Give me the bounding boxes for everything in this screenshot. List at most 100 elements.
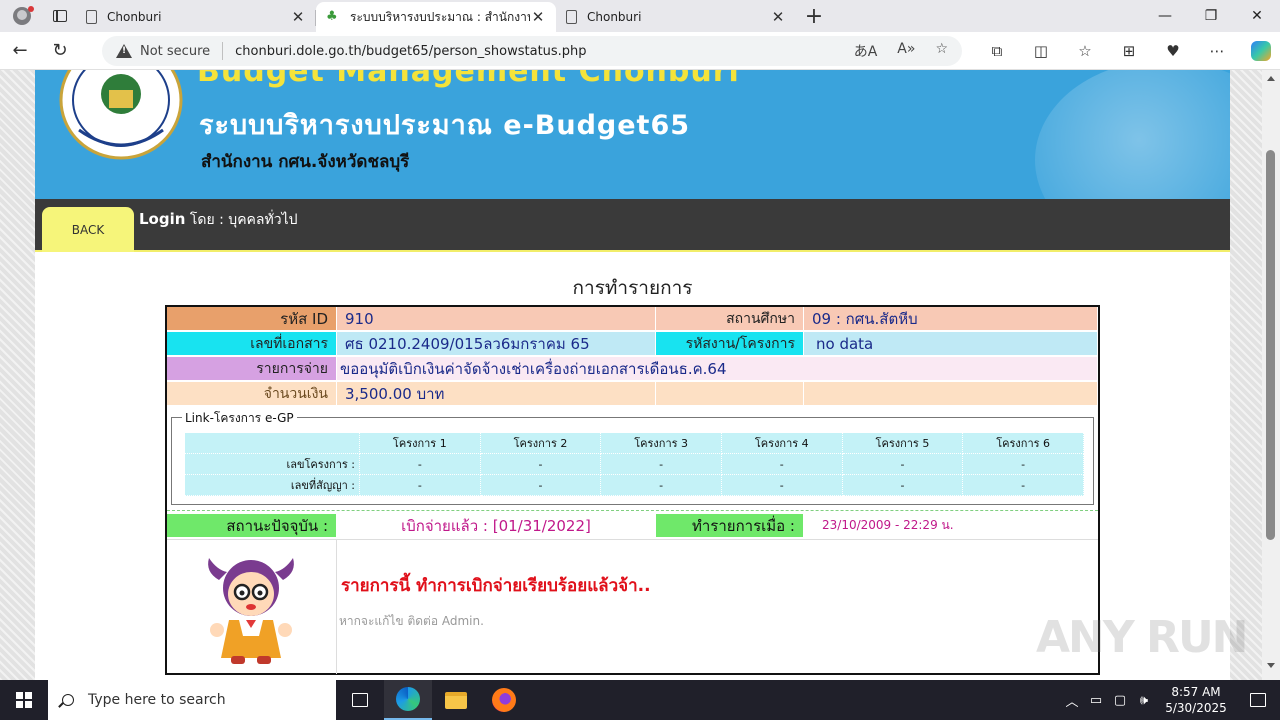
egp-header-4: โครงการ 4 [720,432,843,454]
search-icon [62,694,74,706]
more-icon[interactable]: ⋯ [1195,32,1239,70]
window-controls: — ❐ ✕ [1142,0,1280,32]
site-favicon-icon: ♣ [326,9,338,24]
table-cell[interactable]: - [359,453,481,475]
egp-header-2: โครงการ 2 [479,432,602,454]
refresh-icon[interactable]: ↻ [40,32,80,70]
volume-icon[interactable]: 🕪 [1132,693,1156,708]
message-area: รายการนี้ ทำการเบิกจ่ายเรียบร้อยแล้วจ้า.… [167,539,1098,674]
profile-icon[interactable] [0,0,44,32]
start-button[interactable] [0,680,48,720]
id-label: รหัส ID [167,307,337,331]
page-scrollbar[interactable] [1262,70,1280,680]
school-value: 09 : กศน.สัตหีบ [804,307,1098,331]
performance-icon[interactable]: ♥ [1151,32,1195,70]
scroll-up-icon[interactable] [1267,76,1275,81]
table-cell[interactable]: - [841,474,964,496]
security-label[interactable]: Not secure [140,44,210,59]
success-message: รายการนี้ ทำการเบิกจ่ายเรียบร้อยแล้วจ้า.… [341,576,651,596]
windows-logo-icon [16,692,32,708]
tab-title: ระบบบริหารงบประมาณ : สำนักงาน กศน. [350,9,530,24]
id-value: 910 [337,307,656,331]
firefox-taskbar-button[interactable] [480,680,528,720]
page-viewport: Budget Management Chonburi ระบบบริหารงบป… [0,70,1262,680]
table-cell[interactable]: - [841,453,964,475]
egp-table: โครงการ 1 โครงการ 2 โครงการ 3 โครงการ 4 … [184,432,1084,496]
egp-header-6: โครงการ 6 [962,432,1084,454]
taskbar-clock[interactable]: 8:57 AM 5/30/2025 [1156,684,1236,716]
folder-icon [445,691,467,709]
clock-time: 8:57 AM [1171,685,1221,699]
banner-subtitle: สำนักงาน กศน.จังหวัดชลบุรี [201,152,410,172]
file-explorer-button[interactable] [432,680,480,720]
cartoon-cell [167,540,337,674]
back-arrow-icon[interactable]: ← [0,32,40,70]
egp-header-1: โครงการ 1 [359,432,481,454]
table-row: เลขโครงการ : - - - - - - [184,453,1084,475]
omnibox[interactable]: Not secure chonburi.dole.go.th/budget65/… [102,36,962,66]
table-cell[interactable]: - [479,453,602,475]
table-cell[interactable]: - [359,474,481,496]
school-label: สถานศึกษา [656,307,804,331]
page-content: Budget Management Chonburi ระบบบริหารงบป… [35,70,1230,680]
doc-number-label: เลขที่เอกสาร [167,332,337,356]
table-cell[interactable]: - [600,453,722,475]
browser-tab-bar: Chonburi ✕ ♣ ระบบบริหารงบประมาณ : สำนักง… [0,0,1280,32]
scroll-thumb[interactable] [1266,150,1275,540]
url-text[interactable]: chonburi.dole.go.th/budget65/person_show… [235,44,586,59]
egp-legend: Link-โครงการ e-GP [182,409,297,428]
back-button[interactable]: BACK [42,207,134,252]
amount-value: 3,500.00 บาท [337,382,656,406]
collections-icon[interactable]: ⊞ [1107,32,1151,70]
empty-cell [804,382,1098,406]
split-screen-icon[interactable]: ◫ [1019,32,1063,70]
table-cell[interactable]: - [962,453,1084,475]
watermark-logo: ANY RUN [1036,612,1248,663]
warning-icon[interactable] [116,44,132,58]
table-cell[interactable]: - [720,474,843,496]
table-cell[interactable]: - [600,474,722,496]
table-cell[interactable]: - [962,474,1084,496]
star-icon[interactable]: ☆ [935,41,948,61]
page-icon [86,10,97,24]
header-banner: Budget Management Chonburi ระบบบริหารงบป… [35,70,1230,199]
tab-title: Chonburi [587,10,642,24]
extensions-icon[interactable]: ⧉ [975,32,1019,70]
close-tab-icon[interactable]: ✕ [290,8,306,26]
tab-budget-system[interactable]: ♣ ระบบบริหารงบประมาณ : สำนักงาน กศน. ✕ [316,2,556,32]
edge-taskbar-button[interactable] [384,680,432,720]
task-view-button[interactable] [336,680,384,720]
new-tab-button[interactable]: + [796,0,832,32]
close-tab-icon[interactable]: ✕ [770,8,786,26]
banner-english-title: Budget Management Chonburi [197,70,740,89]
egp-fieldset: Link-โครงการ e-GP โครงการ 1 โครงการ 2 โค… [171,409,1094,505]
banner-title: ระบบบริหารงบประมาณ e-Budget65 [199,110,691,141]
tab-chonburi-2[interactable]: Chonburi ✕ [556,2,796,32]
login-status: Login โดย : บุคคลทั่วไป [139,209,298,231]
notification-button[interactable] [1236,693,1280,707]
minimize-icon[interactable]: — [1142,0,1188,32]
favorites-icon[interactable]: ☆ [1063,32,1107,70]
clock-date: 5/30/2025 [1165,701,1227,715]
translate-icon[interactable]: あA [854,41,878,61]
tab-chonburi-1[interactable]: Chonburi ✕ [76,2,316,32]
transaction-time-label: ทำรายการเมื่อ : [656,514,804,538]
network-icon[interactable]: ▭ [1084,693,1108,708]
table-cell[interactable]: - [720,453,843,475]
chevron-up-icon[interactable]: ︿ [1060,691,1084,710]
restore-icon[interactable]: ❐ [1188,0,1234,32]
table-cell[interactable]: - [479,474,602,496]
scroll-down-icon[interactable] [1267,663,1275,668]
table-cell [184,432,360,454]
agency-logo [59,70,183,160]
tab-actions-icon[interactable] [44,0,76,32]
display-icon[interactable]: ▢ [1108,693,1132,708]
close-tab-icon[interactable]: ✕ [530,8,546,26]
table-row: โครงการ 1 โครงการ 2 โครงการ 3 โครงการ 4 … [184,432,1084,454]
read-aloud-icon[interactable]: A» [897,41,915,61]
firefox-icon [492,688,516,712]
close-window-icon[interactable]: ✕ [1234,0,1280,32]
address-bar-row: ← ↻ Not secure chonburi.dole.go.th/budge… [0,32,1280,70]
taskbar-search[interactable]: Type here to search [48,680,336,720]
copilot-icon[interactable] [1239,32,1280,70]
